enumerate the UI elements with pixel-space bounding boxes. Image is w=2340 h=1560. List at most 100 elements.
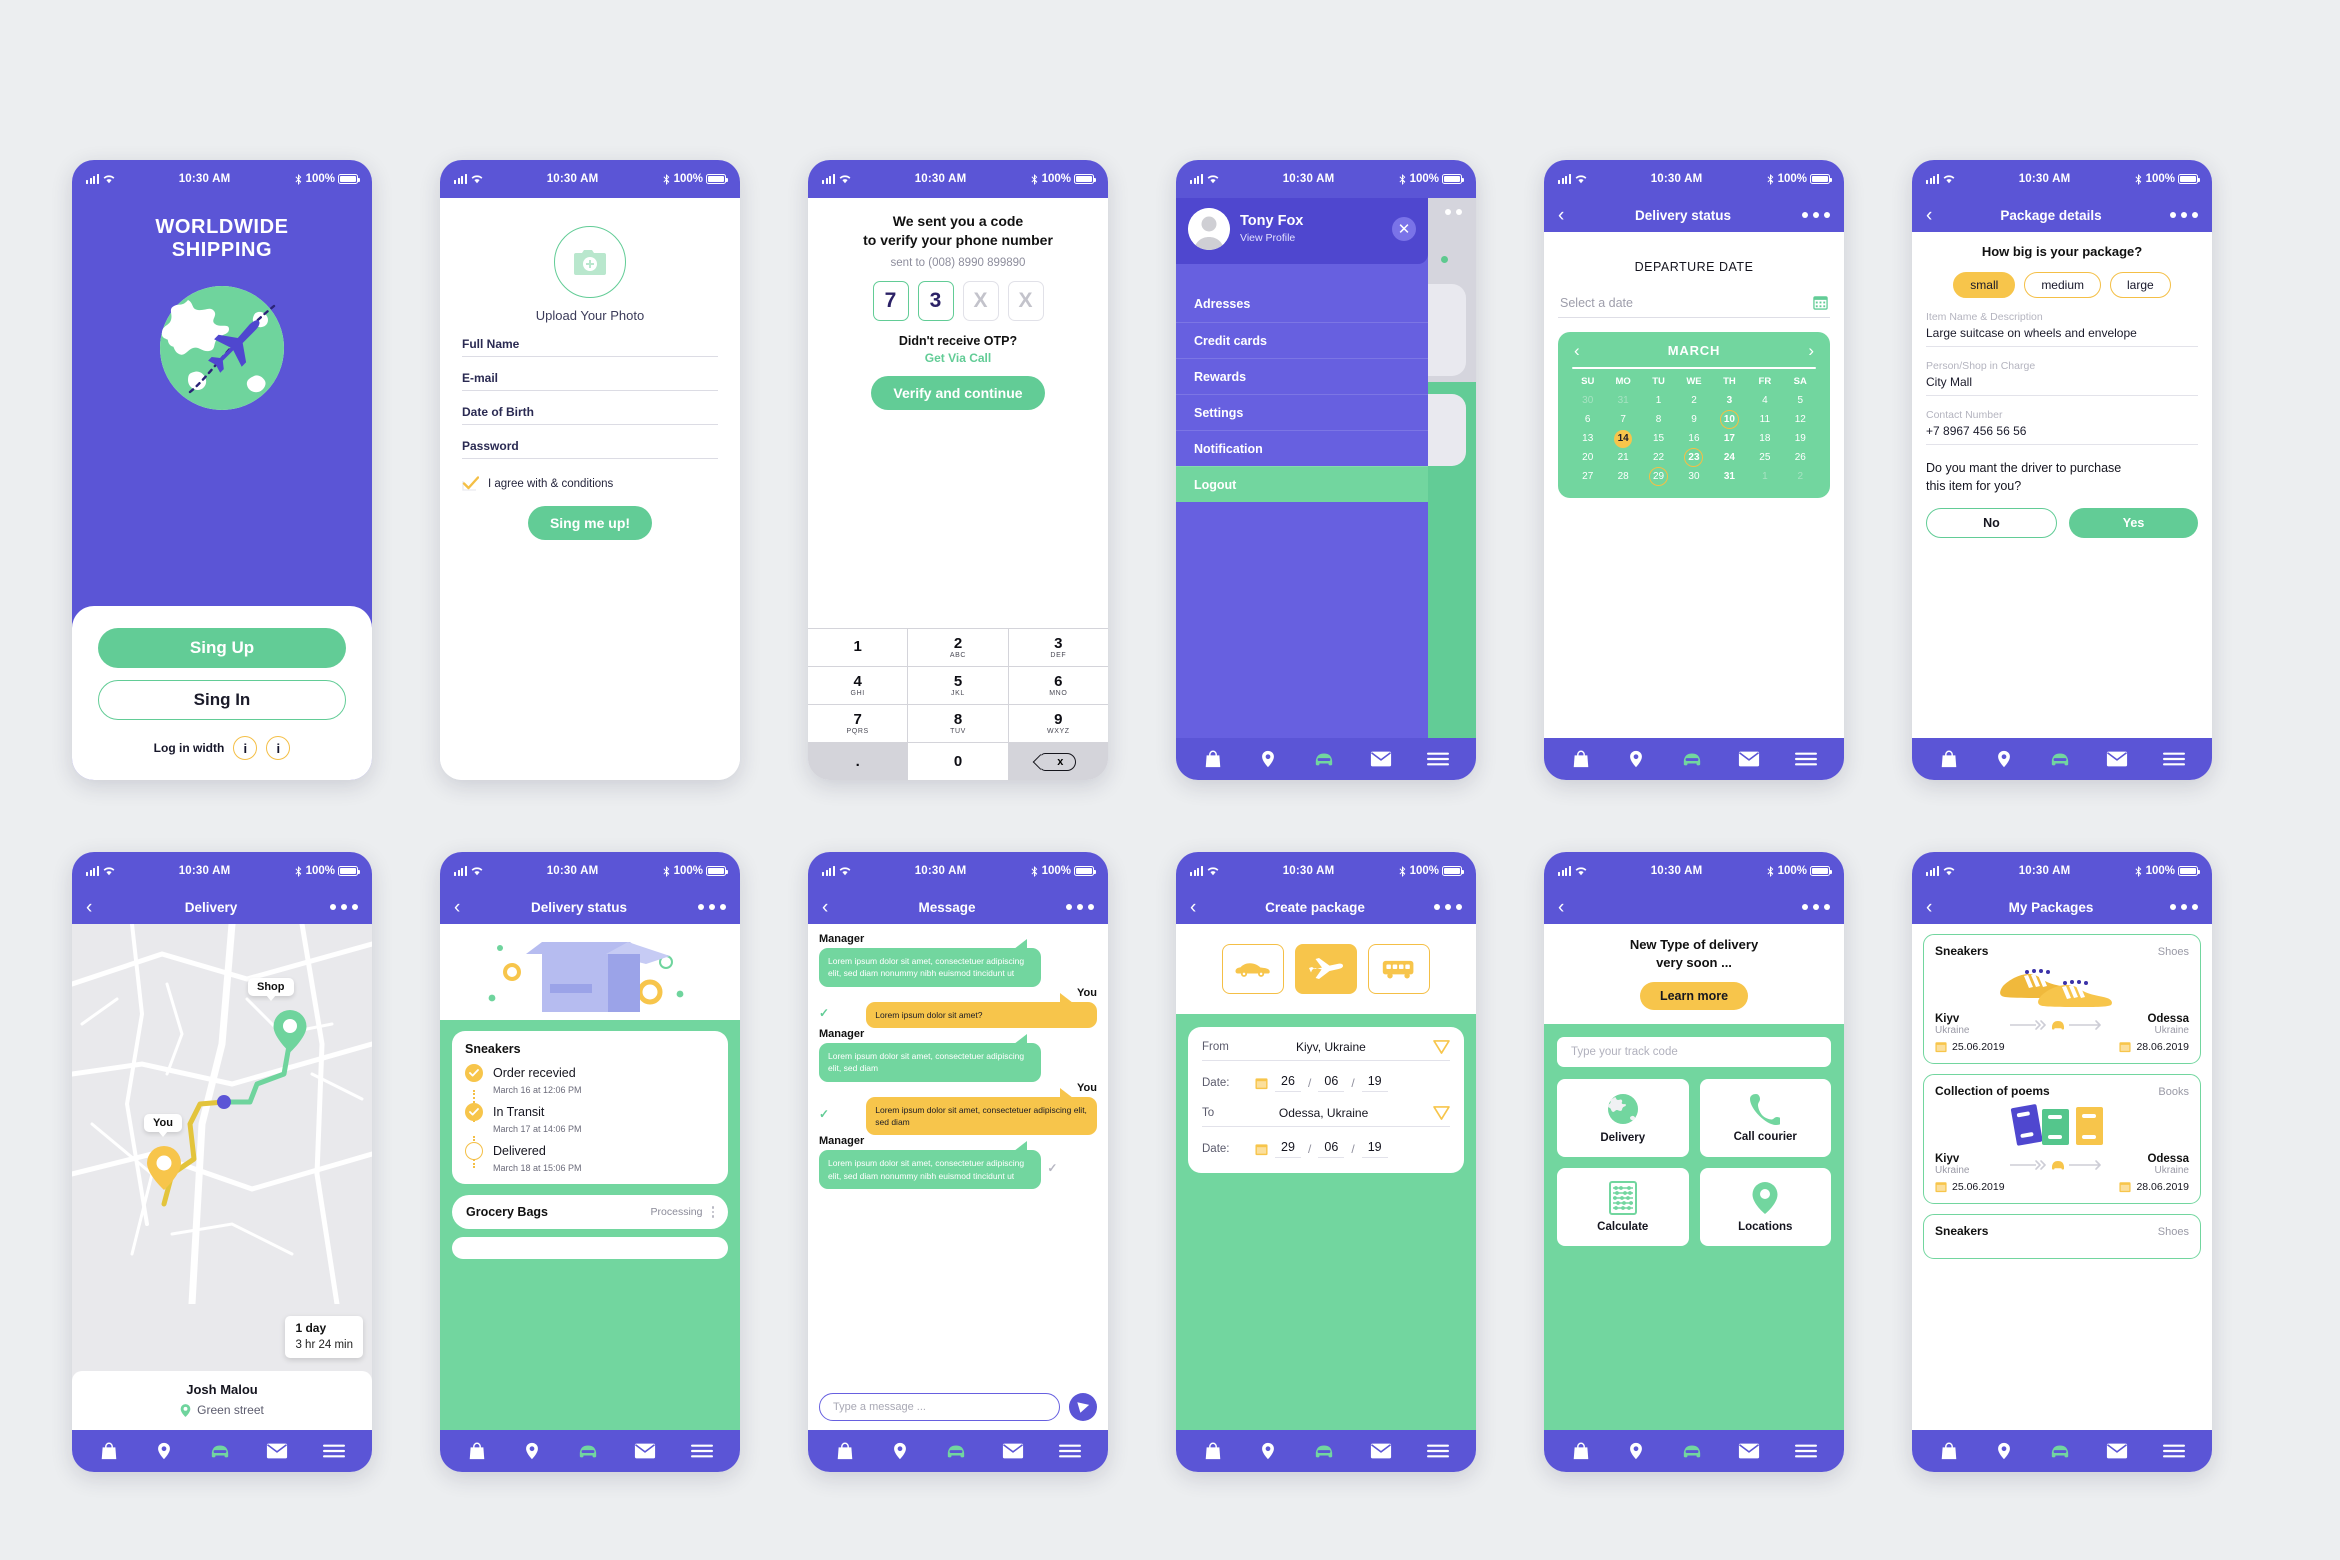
- package-card[interactable]: Sneakers Shoes: [1923, 1214, 2201, 1259]
- overflow-menu-icon[interactable]: [1422, 904, 1462, 910]
- location-pin-icon[interactable]: [1626, 749, 1646, 769]
- track-code-input[interactable]: Type your track code: [1557, 1037, 1831, 1068]
- back-icon[interactable]: ‹: [454, 898, 472, 917]
- back-icon[interactable]: ‹: [86, 898, 104, 917]
- overflow-menu-icon[interactable]: [686, 904, 726, 910]
- calendar-day[interactable]: 4: [1747, 391, 1782, 410]
- hamburger-icon[interactable]: [1426, 1443, 1449, 1459]
- calendar-day[interactable]: 13: [1570, 429, 1605, 448]
- calendar-day[interactable]: 31: [1712, 467, 1747, 486]
- hamburger-icon[interactable]: [1058, 1443, 1081, 1459]
- key-backspace[interactable]: x: [1008, 743, 1108, 780]
- prev-month-icon[interactable]: ‹: [1574, 342, 1580, 359]
- to-field[interactable]: To Odessa, Ukraine: [1202, 1106, 1450, 1127]
- package-card[interactable]: Sneakers Shoes Kiyv Ukraine Odessa Ukrai…: [1923, 934, 2201, 1064]
- location-pin-icon[interactable]: [1258, 1441, 1278, 1461]
- otp-digit-3[interactable]: X: [962, 280, 999, 321]
- menu-item-rewards[interactable]: Rewards: [1176, 358, 1428, 394]
- envelope-icon[interactable]: [1370, 1442, 1392, 1460]
- car-icon[interactable]: [1313, 749, 1335, 769]
- key-7[interactable]: 7 PQRS: [808, 705, 908, 742]
- calendar-day[interactable]: 20: [1570, 448, 1605, 467]
- row-menu-icon[interactable]: [711, 1206, 714, 1218]
- key-4[interactable]: 4 GHI: [808, 667, 908, 704]
- bag-icon[interactable]: [1571, 1441, 1591, 1461]
- key-8[interactable]: 8 TUV: [908, 705, 1008, 742]
- verify-continue-button[interactable]: Verify and continue: [871, 375, 1045, 410]
- car-icon[interactable]: [945, 1441, 967, 1461]
- envelope-icon[interactable]: [1370, 750, 1392, 768]
- from-date-row[interactable]: Date: 26 / 06 / 19: [1202, 1074, 1450, 1092]
- back-icon[interactable]: ‹: [822, 898, 840, 917]
- bag-icon[interactable]: [1203, 749, 1223, 769]
- overflow-menu-icon[interactable]: [318, 904, 358, 910]
- bag-icon[interactable]: [835, 1441, 855, 1461]
- calendar-day[interactable]: 15: [1641, 429, 1676, 448]
- field-full-name[interactable]: Full Name: [462, 337, 718, 357]
- size-option-small[interactable]: small: [1953, 272, 2016, 298]
- sign-in-button[interactable]: Sing In: [98, 680, 346, 720]
- calendar-day[interactable]: 24: [1712, 448, 1747, 467]
- field-email[interactable]: E-mail: [462, 371, 718, 391]
- package-status-card[interactable]: Sneakers Order recevied March 16 at 12:0…: [452, 1031, 728, 1184]
- social-login-2-button[interactable]: i: [266, 736, 291, 760]
- otp-digit-1[interactable]: 7: [872, 280, 909, 321]
- menu-item-settings[interactable]: Settings: [1176, 394, 1428, 430]
- location-pin-icon[interactable]: [1626, 1441, 1646, 1461]
- sign-up-button[interactable]: Sing Up: [98, 628, 346, 668]
- calendar-day[interactable]: 8: [1641, 410, 1676, 429]
- tile-locations[interactable]: Locations: [1699, 1168, 1831, 1247]
- calendar-day[interactable]: 30: [1676, 467, 1711, 486]
- key-3[interactable]: 3 DEF: [1008, 629, 1108, 666]
- overflow-menu-icon[interactable]: [1790, 212, 1830, 218]
- calendar-day[interactable]: 1: [1747, 467, 1782, 486]
- sign-me-up-button[interactable]: Sing me up!: [527, 506, 653, 540]
- calendar-day[interactable]: 27: [1570, 467, 1605, 486]
- send-button[interactable]: [1069, 1393, 1097, 1421]
- calendar-day[interactable]: 11: [1747, 410, 1782, 429]
- profile-header[interactable]: Tony Fox View Profile ✕: [1176, 198, 1428, 264]
- car-icon[interactable]: [1681, 749, 1703, 769]
- location-pin-icon[interactable]: [1994, 749, 2014, 769]
- car-icon[interactable]: [2049, 1441, 2071, 1461]
- envelope-icon[interactable]: [1738, 1442, 1760, 1460]
- calendar-day[interactable]: 30: [1570, 391, 1605, 410]
- back-icon[interactable]: ‹: [1926, 898, 1944, 917]
- to-date-row[interactable]: Date: 29 / 06 / 19: [1202, 1140, 1450, 1158]
- no-button[interactable]: No: [1926, 508, 2057, 538]
- calendar-day-marked[interactable]: 10: [1712, 410, 1747, 429]
- calendar-day[interactable]: 1: [1641, 391, 1676, 410]
- tile-delivery[interactable]: Delivery: [1557, 1079, 1689, 1158]
- field-date-of-birth[interactable]: Date of Birth: [462, 405, 718, 425]
- mode-car-option[interactable]: [1222, 944, 1284, 994]
- field-contact-number[interactable]: Contact Number +7 8967 456 56 56: [1926, 409, 2198, 445]
- calendar-day[interactable]: 25: [1747, 448, 1782, 467]
- field-item-name[interactable]: Item Name & Description Large suitcase o…: [1926, 311, 2198, 347]
- calendar-day-marked[interactable]: 29: [1641, 467, 1676, 486]
- learn-more-button[interactable]: Learn more: [1639, 982, 1749, 1011]
- key-1[interactable]: 1: [808, 629, 908, 666]
- location-pin-icon[interactable]: [890, 1441, 910, 1461]
- back-icon[interactable]: ‹: [1558, 206, 1576, 225]
- location-pin-icon[interactable]: [1994, 1441, 2014, 1461]
- envelope-icon[interactable]: [1738, 750, 1760, 768]
- calendar-day[interactable]: 21: [1605, 448, 1640, 467]
- back-icon[interactable]: ‹: [1558, 898, 1576, 917]
- calendar-day[interactable]: 19: [1783, 429, 1818, 448]
- hamburger-icon[interactable]: [1426, 751, 1449, 767]
- car-icon[interactable]: [1313, 1441, 1335, 1461]
- next-month-icon[interactable]: ›: [1808, 342, 1814, 359]
- package-row-partial[interactable]: [452, 1237, 728, 1259]
- field-person-shop[interactable]: Person/Shop in Charge City Mall: [1926, 360, 2198, 396]
- envelope-icon[interactable]: [2106, 1442, 2128, 1460]
- upload-photo-button[interactable]: [554, 226, 626, 298]
- envelope-icon[interactable]: [634, 1442, 656, 1460]
- shop-map-label[interactable]: Shop: [248, 978, 294, 996]
- menu-item-adresses[interactable]: Adresses: [1176, 286, 1428, 322]
- hamburger-icon[interactable]: [1794, 751, 1817, 767]
- key-5[interactable]: 5 JKL: [908, 667, 1008, 704]
- back-icon[interactable]: ‹: [1190, 898, 1208, 917]
- envelope-icon[interactable]: [1002, 1442, 1024, 1460]
- bag-icon[interactable]: [467, 1441, 487, 1461]
- agree-row[interactable]: I agree with & conditions: [462, 476, 718, 491]
